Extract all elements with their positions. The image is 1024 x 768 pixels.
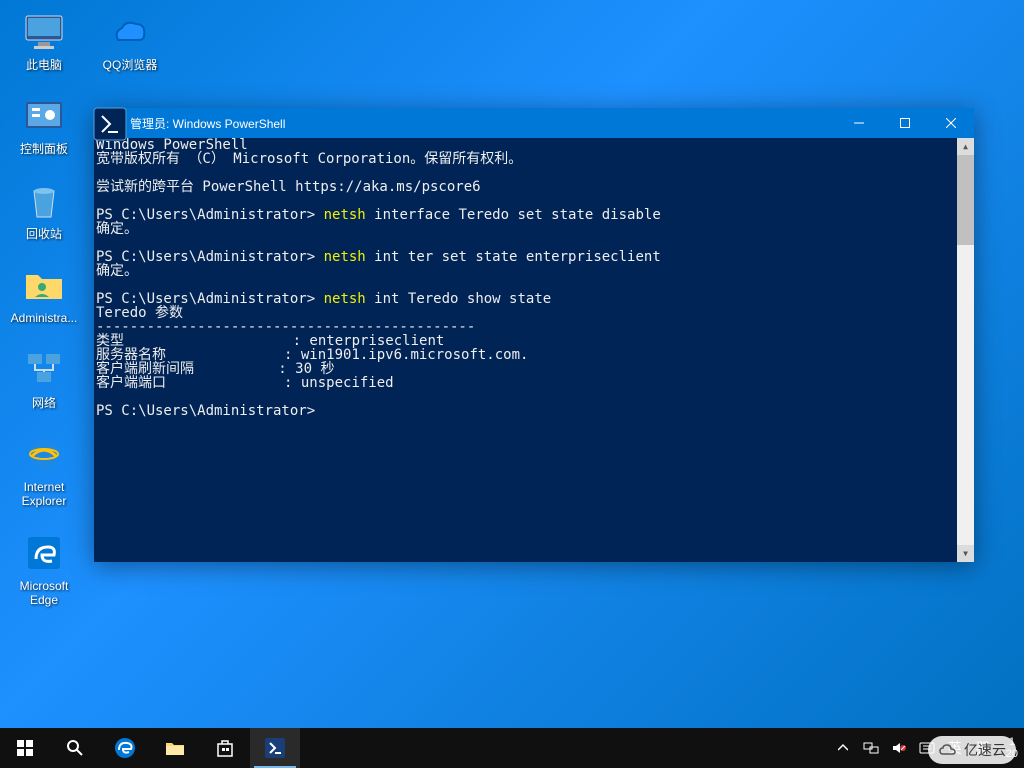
search-icon (66, 739, 84, 757)
desktop-icon-label: 网络 (32, 396, 56, 410)
cmd-args: int ter set state enterpriseclient (366, 249, 661, 265)
desktop-icon-label: 回收站 (26, 227, 62, 241)
powershell-icon (264, 737, 286, 759)
desktop-icon-label: Internet Explorer (4, 480, 84, 509)
cmd-output: 确定。 (96, 263, 138, 279)
desktop-icon-control-panel[interactable]: 控制面板 (4, 88, 84, 160)
ps-copyright: 宽带版权所有 （C） Microsoft Corporation。保留所有权利。 (96, 151, 522, 167)
tray-overflow[interactable] (832, 728, 854, 768)
cmd-keyword: netsh (324, 291, 366, 307)
folder-user-icon (20, 261, 68, 309)
terminal-body[interactable]: Windows PowerShell 宽带版权所有 （C） Microsoft … (94, 138, 974, 562)
desktop-icon-network[interactable]: 网络 (4, 342, 84, 414)
recycle-bin-icon (20, 177, 68, 225)
maximize-button[interactable] (882, 108, 928, 138)
desktop-icon-recycle-bin[interactable]: 回收站 (4, 173, 84, 245)
scroll-up-button[interactable]: ▲ (957, 138, 974, 155)
cmd-keyword: netsh (324, 249, 366, 265)
windows-logo-icon (17, 740, 33, 756)
file-explorer-icon (164, 737, 186, 759)
store-icon (215, 738, 235, 758)
terminal-scrollbar[interactable]: ▲ ▼ (957, 138, 974, 562)
search-button[interactable] (50, 728, 100, 768)
desktop-icon-qq-browser[interactable]: QQ浏览器 (90, 4, 170, 76)
cmd-args: interface Teredo set state disable (366, 207, 661, 223)
taskbar: 英 羿 1 20 (0, 728, 1024, 768)
taskbar-store[interactable] (200, 728, 250, 768)
powershell-window: 管理员: Windows PowerShell Windows PowerShe… (94, 108, 974, 562)
desktop-icon-edge[interactable]: Microsoft Edge (4, 525, 84, 612)
cloud-icon (938, 740, 958, 760)
scroll-thumb[interactable] (957, 155, 974, 245)
window-title: 管理员: Windows PowerShell (130, 115, 836, 132)
ps-prompt: PS C:\Users\Administrator> (96, 403, 315, 419)
desktop-icon-label: 控制面板 (20, 142, 68, 156)
teredo-val: : unspecified (284, 375, 394, 391)
tray-network-icon[interactable] (860, 728, 882, 768)
taskbar-powershell[interactable] (250, 728, 300, 768)
watermark-text: 亿速云 (964, 740, 1006, 760)
powershell-app-icon (92, 106, 128, 142)
ie-icon (20, 430, 68, 478)
desktop-icon-label: Administra... (11, 311, 78, 325)
watermark: 亿速云 (928, 736, 1016, 764)
desktop-icon-this-pc[interactable]: 此电脑 (4, 4, 84, 76)
ps-tip: 尝试新的跨平台 PowerShell https://aka.ms/pscore… (96, 179, 481, 195)
desktop-icon-label: 此电脑 (26, 58, 62, 72)
titlebar[interactable]: 管理员: Windows PowerShell (94, 108, 974, 138)
tray-volume-icon[interactable] (888, 728, 910, 768)
desktop-icon-administrator[interactable]: Administra... (4, 257, 84, 329)
edge-icon (113, 736, 137, 760)
cmd-output: 确定。 (96, 221, 138, 237)
control-panel-icon (20, 92, 68, 140)
desktop-icon-label: QQ浏览器 (103, 58, 158, 72)
taskbar-file-explorer[interactable] (150, 728, 200, 768)
start-button[interactable] (0, 728, 50, 768)
desktop-icon-internet-explorer[interactable]: Internet Explorer (4, 426, 84, 513)
cmd-keyword: netsh (324, 207, 366, 223)
teredo-key: 客户端端口 (96, 375, 166, 391)
pc-icon (20, 8, 68, 56)
minimize-button[interactable] (836, 108, 882, 138)
network-icon (20, 346, 68, 394)
edge-icon (20, 529, 68, 577)
scroll-down-button[interactable]: ▼ (957, 545, 974, 562)
qq-browser-icon (106, 8, 154, 56)
scroll-track[interactable] (957, 155, 974, 545)
taskbar-edge[interactable] (100, 728, 150, 768)
close-button[interactable] (928, 108, 974, 138)
desktop-icon-label: Microsoft Edge (4, 579, 84, 608)
cmd-args: int Teredo show state (366, 291, 551, 307)
